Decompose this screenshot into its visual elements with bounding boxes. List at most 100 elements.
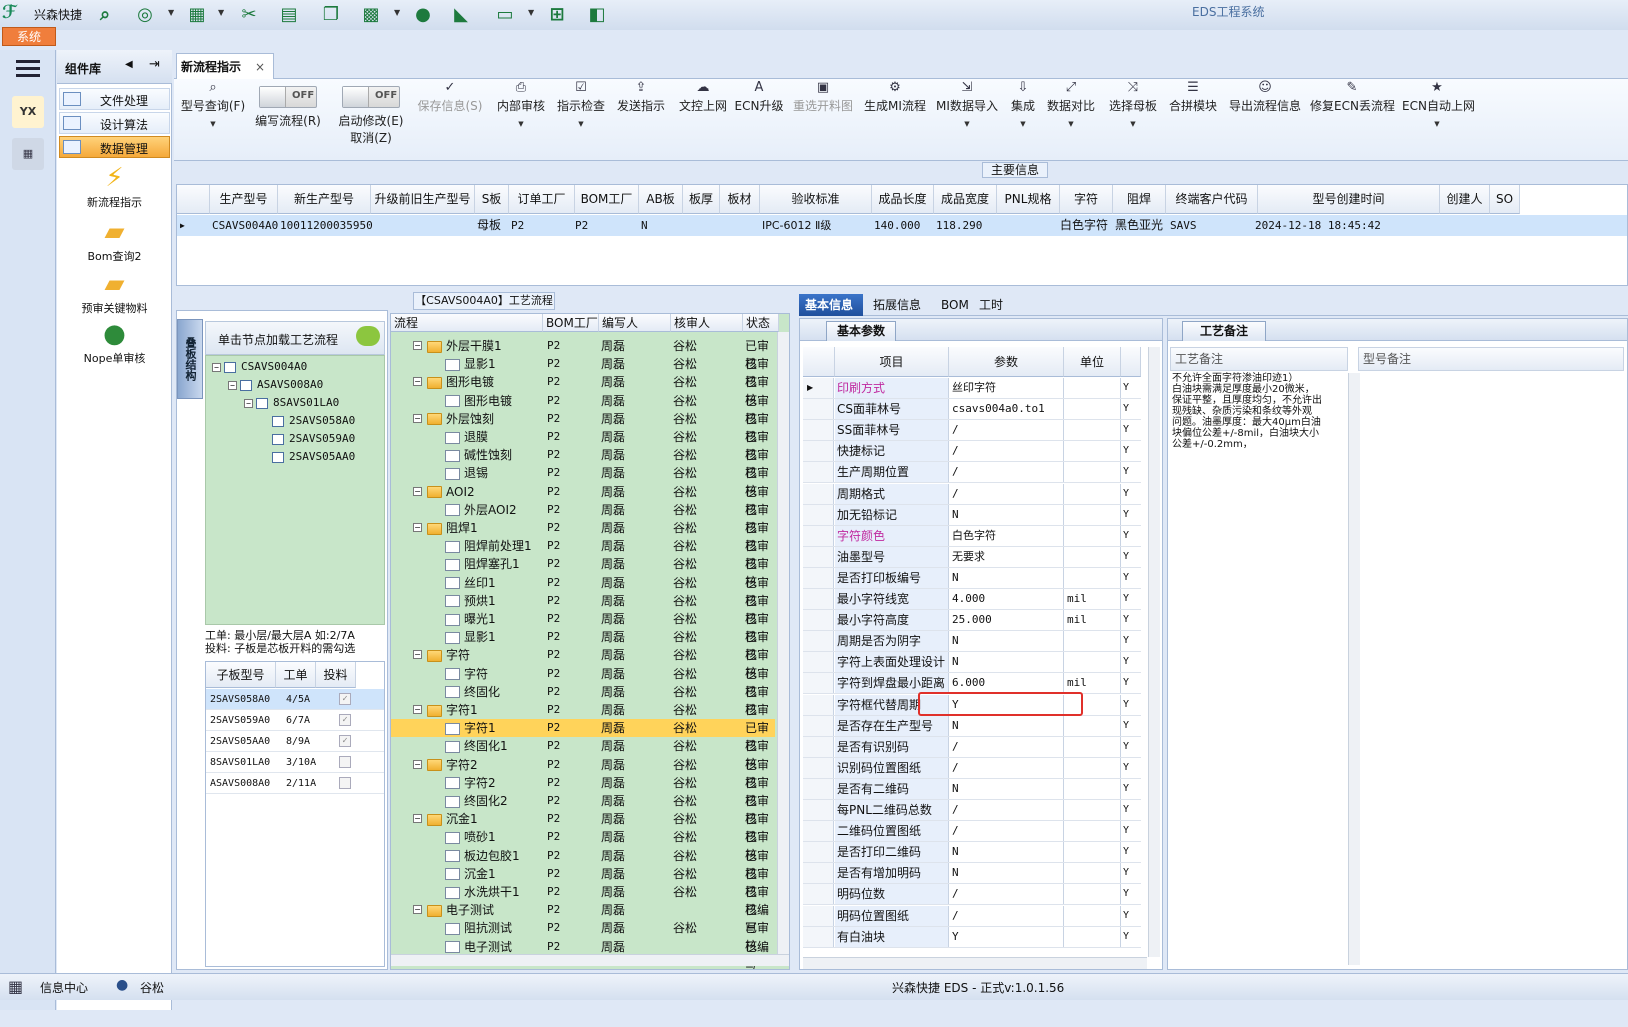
- big-item-nope-review[interactable]: ● Nope单审核: [57, 318, 172, 366]
- cell-order[interactable]: 2/11A: [286, 773, 316, 794]
- col-header[interactable]: 工单: [276, 662, 316, 688]
- flow-row[interactable]: − AOI2 P2 周磊 谷松 已审核: [391, 483, 775, 517]
- param-row[interactable]: 是否有增加明码 N Y: [803, 863, 1141, 885]
- param-row[interactable]: 二维码位置图纸 / Y: [803, 821, 1141, 843]
- flow-row[interactable]: 沉金1 P2 周磊 谷松 已审核: [391, 865, 775, 899]
- user-icon[interactable]: ●: [410, 3, 436, 27]
- flow-row[interactable]: 退膜 P2 周磊 谷松 已审核: [391, 428, 775, 462]
- flow-row[interactable]: − 外层蚀刻 P2 周磊 谷松 已审核: [391, 410, 775, 444]
- edit-flow-toggle[interactable]: OFF 编写流程(R): [252, 79, 324, 129]
- model-query-button[interactable]: ⌕ 型号查询(F) ▼: [178, 79, 248, 128]
- feed-checkbox[interactable]: ✓: [339, 735, 351, 747]
- param-row[interactable]: 是否存在生产型号 N Y: [803, 715, 1141, 737]
- cell-order[interactable]: 4/5A: [286, 689, 310, 710]
- ecn-auto-online-button[interactable]: ★ ECN自动上网 ▼: [1402, 79, 1475, 128]
- feed-checkbox[interactable]: [339, 756, 351, 768]
- col-header[interactable]: 状态: [743, 314, 779, 332]
- big-item-key-material[interactable]: ▰ 预审关键物料: [57, 268, 172, 316]
- stackup-side-tab[interactable]: 叠板结构: [177, 319, 203, 399]
- flow-row[interactable]: 阻焊前处理1 P2 周磊 谷松 已审核: [391, 537, 775, 571]
- param-value[interactable]: Y: [950, 926, 1064, 947]
- param-value[interactable]: N: [950, 631, 1064, 652]
- param-row[interactable]: 周期格式 / Y: [803, 483, 1141, 505]
- expand-toggle-icon[interactable]: −: [413, 413, 422, 423]
- flow-row[interactable]: 字符1 P2 周磊 谷松 已审核: [391, 719, 775, 753]
- col-header[interactable]: 子板型号: [206, 662, 276, 688]
- col-header[interactable]: PNL规格: [997, 185, 1060, 214]
- help-icon[interactable]: ◎: [132, 3, 158, 27]
- flow-row[interactable]: 预烘1 P2 周磊 谷松 已审核: [391, 592, 775, 626]
- monitor-icon[interactable]: ▭: [492, 3, 518, 27]
- tree-node[interactable]: − ASAVS008A0: [228, 378, 323, 391]
- param-row[interactable]: 是否打印二维码 N Y: [803, 842, 1141, 864]
- param-row[interactable]: 有白油块 Y Y: [803, 926, 1141, 948]
- flow-row[interactable]: 阻焊塞孔1 P2 周磊 谷松 已审核: [391, 555, 775, 589]
- col-header[interactable]: 订单工厂: [509, 185, 575, 214]
- param-row[interactable]: 明码位数 / Y: [803, 884, 1141, 906]
- vertical-scrollbar[interactable]: [777, 332, 789, 954]
- param-value[interactable]: /: [950, 420, 1064, 441]
- factory-icon[interactable]: YX: [12, 96, 44, 128]
- param-row[interactable]: CS面菲林号 csavs004a0.to1 Y: [803, 399, 1141, 421]
- flow-row[interactable]: 图形电镀 P2 周磊 谷松 已审核: [391, 392, 775, 426]
- scissors-icon[interactable]: ✂: [236, 3, 262, 27]
- cell-new-model[interactable]: 10011200035950: [280, 215, 373, 236]
- table-row[interactable]: ASAVS008A0 2/11A: [206, 773, 384, 794]
- system-tab[interactable]: 系统: [2, 27, 56, 46]
- ecn-upgrade-button[interactable]: A ECN升级: [734, 79, 784, 114]
- expand-toggle-icon[interactable]: −: [413, 341, 422, 350]
- param-value[interactable]: N: [950, 842, 1064, 863]
- tree-node[interactable]: 2SAVS05AA0: [272, 450, 355, 463]
- search-icon[interactable]: ⌕: [92, 3, 118, 27]
- param-row[interactable]: SS面菲林号 / Y: [803, 420, 1141, 442]
- param-row[interactable]: 字符上表面处理设计 N Y: [803, 652, 1141, 674]
- param-value[interactable]: csavs004a0.to1: [950, 399, 1064, 420]
- param-value[interactable]: N: [950, 715, 1064, 736]
- tab-bom[interactable]: BOM: [935, 294, 975, 316]
- col-header[interactable]: 成品宽度: [934, 185, 997, 214]
- feed-checkbox[interactable]: ✓: [339, 693, 351, 705]
- col-header[interactable]: BOM工厂: [543, 314, 599, 332]
- export-flow-button[interactable]: ☺ 导出流程信息: [1228, 79, 1302, 114]
- tree-node[interactable]: 2SAVS059A0: [272, 432, 355, 445]
- col-header[interactable]: 验收标准: [760, 185, 872, 214]
- cell-order[interactable]: 8/9A: [286, 731, 310, 752]
- param-row[interactable]: 加无铅标记 N Y: [803, 504, 1141, 526]
- cell-order[interactable]: 6/7A: [286, 710, 310, 731]
- flow-row[interactable]: 丝印1 P2 周磊 谷松 已审核: [391, 574, 775, 608]
- param-value[interactable]: 白色字符: [950, 525, 1064, 546]
- comp-item-file-processing[interactable]: 文件处理: [59, 88, 170, 110]
- param-row[interactable]: 明码位置图纸 / Y: [803, 905, 1141, 927]
- col-header[interactable]: 单位: [1064, 347, 1121, 377]
- flow-row[interactable]: 终固化2 P2 周磊 谷松 已审核: [391, 792, 775, 826]
- cell-order-factory[interactable]: P2: [511, 215, 524, 236]
- col-header[interactable]: AB板: [639, 185, 683, 214]
- param-value[interactable]: 4.000: [950, 589, 1064, 609]
- col-header[interactable]: 创建人: [1440, 185, 1490, 214]
- table-row[interactable]: 8SAVS01LA0 3/10A: [206, 752, 384, 773]
- generate-mi-button[interactable]: ⚙ 生成MI流程: [862, 79, 928, 114]
- pin-icon[interactable]: ⇥: [149, 57, 160, 72]
- cell-model[interactable]: CSAVS004A0: [212, 215, 278, 236]
- flow-row[interactable]: 曝光1 P2 周磊 谷松 已审核: [391, 610, 775, 644]
- param-value[interactable]: N: [950, 778, 1064, 799]
- param-row[interactable]: 每PNL二维码总数 / Y: [803, 800, 1141, 821]
- close-icon[interactable]: ×: [255, 60, 265, 74]
- flow-row[interactable]: 终固化1 P2 周磊 谷松 已审核: [391, 737, 775, 771]
- flow-row[interactable]: −字符1P2周磊谷松已审核: [391, 701, 775, 735]
- col-header[interactable]: 终端客户代码: [1166, 185, 1258, 214]
- merge-module-button[interactable]: ☰ 合拼模块: [1166, 79, 1220, 114]
- col-header[interactable]: 流程: [391, 314, 543, 332]
- collapse-left-icon[interactable]: ◀: [125, 59, 133, 70]
- remarks-textarea[interactable]: 不允许全面字符渗油印迹1） 白油块需满足厚度最小20微米， 保证平整，且厚度均匀…: [1172, 373, 1340, 953]
- param-row[interactable]: 是否有识别码 / Y: [803, 736, 1141, 758]
- send-instruction-button[interactable]: ⇪ 发送指示: [614, 79, 668, 114]
- expand-toggle-icon[interactable]: −: [413, 377, 422, 387]
- cell-customer[interactable]: SAVS: [1170, 215, 1197, 236]
- table-row[interactable]: 2SAVS058A0 4/5A ✓: [206, 689, 384, 710]
- flow-row[interactable]: 电子测试P2周磊已编写: [391, 938, 775, 969]
- cell-character[interactable]: 白色字符: [1060, 215, 1108, 236]
- expand-toggle-icon[interactable]: −: [413, 759, 422, 769]
- col-header[interactable]: 板厚: [683, 185, 720, 214]
- flow-row[interactable]: − 字符 P2 周磊 谷松 已审核: [391, 646, 775, 680]
